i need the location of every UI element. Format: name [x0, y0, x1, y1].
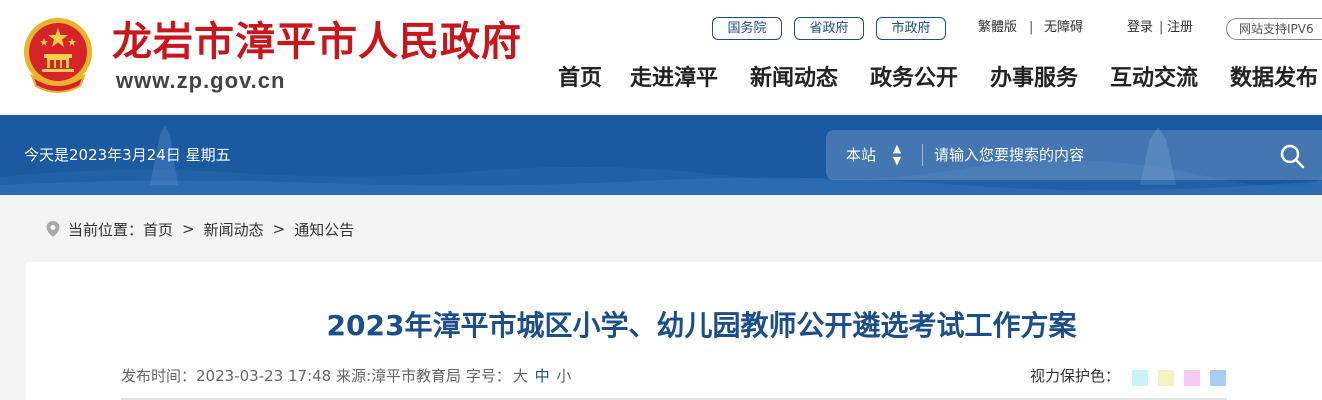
nav-government-affairs[interactable]: 政务公开: [870, 64, 958, 94]
link-state-council[interactable]: 国务院: [712, 17, 782, 40]
search-bar: 本站 ▲ ▼: [826, 130, 1322, 180]
separator: |: [1029, 20, 1034, 35]
eye-color-swatch-cyan[interactable]: [1132, 370, 1148, 386]
banner: 今天是2023年3月24日 星期五 本站 ▲ ▼: [0, 115, 1322, 195]
eye-color-swatch-pink[interactable]: [1184, 370, 1200, 386]
nav-data-release[interactable]: 数据发布: [1230, 64, 1318, 94]
font-size-large[interactable]: 大: [513, 367, 528, 385]
search-scope-select[interactable]: 本站: [846, 145, 876, 165]
sort-arrows-icon[interactable]: ▲ ▼: [892, 143, 902, 167]
traditional-chinese-link[interactable]: 繁體版: [978, 19, 1017, 37]
login-link[interactable]: 登录: [1127, 19, 1153, 37]
accessibility-link[interactable]: 无障碍: [1044, 19, 1083, 37]
site-name[interactable]: 龙岩市漳平市人民政府: [112, 18, 522, 66]
national-emblem-icon: [24, 18, 92, 93]
nav-home[interactable]: 首页: [558, 64, 602, 94]
search-divider: [922, 144, 923, 166]
nav-about-zhangping[interactable]: 走进漳平: [630, 64, 718, 94]
location-pin-icon: [46, 221, 60, 237]
eye-color-swatch-yellow[interactable]: [1158, 370, 1174, 386]
ipv6-badge: 网站支持IPV6: [1226, 18, 1322, 40]
eye-protection-label: 视力保护色：: [1030, 367, 1121, 385]
article-title: 2023年漳平市城区小学、幼儿园教师公开遴选考试工作方案: [326, 309, 1077, 342]
breadcrumb-notices[interactable]: 通知公告: [294, 219, 354, 240]
article-panel: 2023年漳平市城区小学、幼儿园教师公开遴选考试工作方案 发布时间：2023-0…: [26, 262, 1322, 400]
nav-interaction[interactable]: 互动交流: [1110, 64, 1198, 94]
breadcrumb-separator: >: [182, 220, 195, 238]
nav-services[interactable]: 办事服务: [990, 64, 1078, 94]
nav-news[interactable]: 新闻动态: [750, 64, 838, 94]
separator: |: [1159, 20, 1164, 35]
breadcrumb-home[interactable]: 首页: [143, 219, 173, 240]
site-url: www.zp.gov.cn: [116, 68, 286, 93]
article-meta: 发布时间：2023-03-23 17:48 来源:漳平市教育局 字号：大 中 小: [121, 366, 571, 386]
search-input[interactable]: [934, 140, 1254, 170]
font-size-label: 字号：: [465, 367, 511, 385]
eye-color-swatch-blue[interactable]: [1210, 370, 1226, 386]
publish-label: 发布时间：: [121, 367, 197, 385]
current-date: 今天是2023年3月24日 星期五: [24, 146, 231, 164]
breadcrumb-news[interactable]: 新闻动态: [204, 219, 264, 240]
register-link[interactable]: 注册: [1167, 19, 1193, 37]
breadcrumb-separator: >: [272, 220, 286, 238]
breadcrumb-label: 当前位置：: [68, 220, 144, 239]
search-icon[interactable]: [1278, 142, 1306, 170]
link-city-gov[interactable]: 市政府: [876, 17, 946, 40]
font-size-medium[interactable]: 中: [535, 367, 550, 385]
article-source: 来源:漳平市教育局: [335, 367, 462, 385]
breadcrumb: 当前位置： 首页 > 新闻动态 > 通知公告: [46, 218, 354, 240]
publish-time: 2023-03-23 17:48: [196, 367, 332, 385]
font-size-small[interactable]: 小: [556, 367, 571, 385]
link-provincial-gov[interactable]: 省政府: [794, 17, 864, 40]
site-header: 龙岩市漳平市人民政府 www.zp.gov.cn 国务院 省政府 市政府 繁體版…: [0, 0, 1322, 115]
